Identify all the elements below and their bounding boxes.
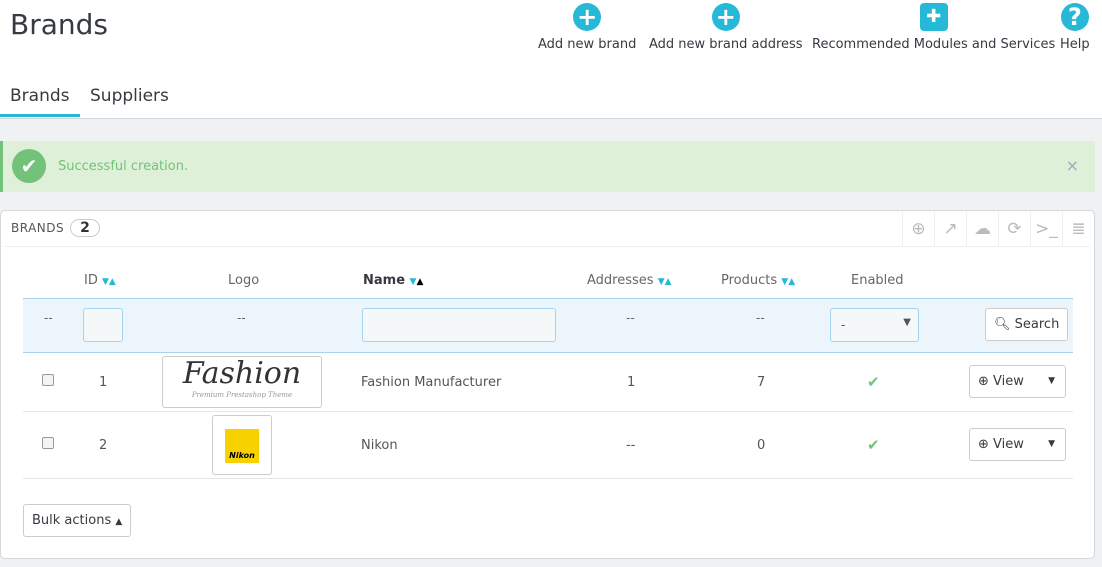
view-button[interactable]: ⊕ View ▼ [969, 428, 1066, 461]
check-circle-icon: ✔ [12, 149, 46, 183]
zoom-icon: ⊕ [978, 374, 989, 389]
column-name[interactable]: Name ▼▲ [363, 273, 423, 288]
tab-brands[interactable]: Brands [0, 86, 80, 117]
divider [5, 246, 1090, 247]
recommended-modules-button[interactable]: ✚ Recommended Modules and Services [812, 3, 1055, 52]
sql-query-icon[interactable]: >_ [1030, 212, 1062, 246]
brand-logo: Fashion Premium Prestashop Theme [162, 356, 322, 408]
question-circle-icon: ? [1060, 3, 1089, 31]
row-checkbox[interactable] [42, 374, 54, 386]
panel-toolbar: ⊕ ↗ ☁ ⟳ >_ ≣ [902, 212, 1094, 246]
caret-down-icon: ▼ [903, 317, 911, 328]
view-button[interactable]: ⊕ View ▼ [969, 365, 1066, 398]
puzzle-icon: ✚ [919, 3, 948, 31]
page-title: Brands [10, 8, 108, 41]
cloud-upload-icon[interactable]: ☁ [966, 212, 998, 246]
column-products[interactable]: Products ▼▲ [721, 273, 795, 288]
panel-heading: BRANDS 2 [11, 219, 101, 237]
refresh-icon[interactable]: ⟳ [998, 212, 1030, 246]
alert-message: Successful creation. [58, 159, 189, 174]
plus-circle-icon: + [573, 3, 602, 31]
sort-icon[interactable]: ▼▲ [781, 277, 795, 287]
export-icon[interactable]: ↗ [934, 212, 966, 246]
success-alert: ✔ Successful creation. × [0, 141, 1095, 192]
table-row: 1 Fashion Premium Prestashop Theme Fashi… [23, 353, 1073, 412]
caret-down-icon[interactable]: ▼ [1048, 366, 1055, 397]
database-icon[interactable]: ≣ [1062, 212, 1094, 246]
brand-logo: Nikon [212, 415, 272, 475]
page-header: Brands + Add new brand + Add new brand add… [0, 0, 1102, 119]
plus-circle-icon: + [711, 3, 740, 31]
id-filter-input[interactable] [83, 308, 123, 342]
search-icon: 🔍︎ [994, 317, 1011, 332]
column-addresses[interactable]: Addresses ▼▲ [587, 273, 672, 288]
count-badge: 2 [70, 219, 101, 237]
filter-row: -- -- -- -- - ▼ 🔍︎ Search [23, 298, 1073, 353]
search-button[interactable]: 🔍︎ Search [985, 308, 1069, 341]
zoom-icon: ⊕ [978, 437, 989, 452]
bulk-actions-button[interactable]: Bulk actions ▲ [23, 504, 132, 537]
table-row: 2 Nikon Nikon -- 0 ✔ ⊕ View ▼ [23, 412, 1073, 479]
caret-down-icon[interactable]: ▼ [1048, 429, 1055, 460]
enabled-check-icon[interactable]: ✔ [867, 436, 880, 454]
add-icon[interactable]: ⊕ [902, 212, 934, 246]
row-checkbox[interactable] [42, 437, 54, 449]
sort-icon[interactable]: ▼▲ [410, 277, 424, 287]
sort-icon[interactable]: ▼▲ [102, 277, 116, 287]
add-new-brand-address-button[interactable]: + Add new brand address [649, 3, 803, 52]
column-logo: Logo [228, 273, 260, 288]
help-button[interactable]: ? Help [1060, 3, 1090, 52]
sort-icon[interactable]: ▼▲ [658, 277, 672, 287]
enabled-filter-select[interactable]: - ▼ [830, 308, 919, 342]
tab-suppliers[interactable]: Suppliers [80, 86, 179, 114]
enabled-check-icon[interactable]: ✔ [867, 373, 880, 391]
add-new-brand-button[interactable]: + Add new brand [538, 3, 636, 52]
name-filter-input[interactable] [362, 308, 556, 342]
caret-up-icon: ▲ [115, 517, 123, 527]
column-id[interactable]: ID ▼▲ [84, 273, 116, 288]
close-icon[interactable]: × [1066, 156, 1079, 175]
brands-panel: BRANDS 2 ⊕ ↗ ☁ ⟳ >_ ≣ ID ▼▲ Logo Name ▼▲ … [0, 210, 1095, 559]
column-enabled: Enabled [851, 273, 904, 288]
